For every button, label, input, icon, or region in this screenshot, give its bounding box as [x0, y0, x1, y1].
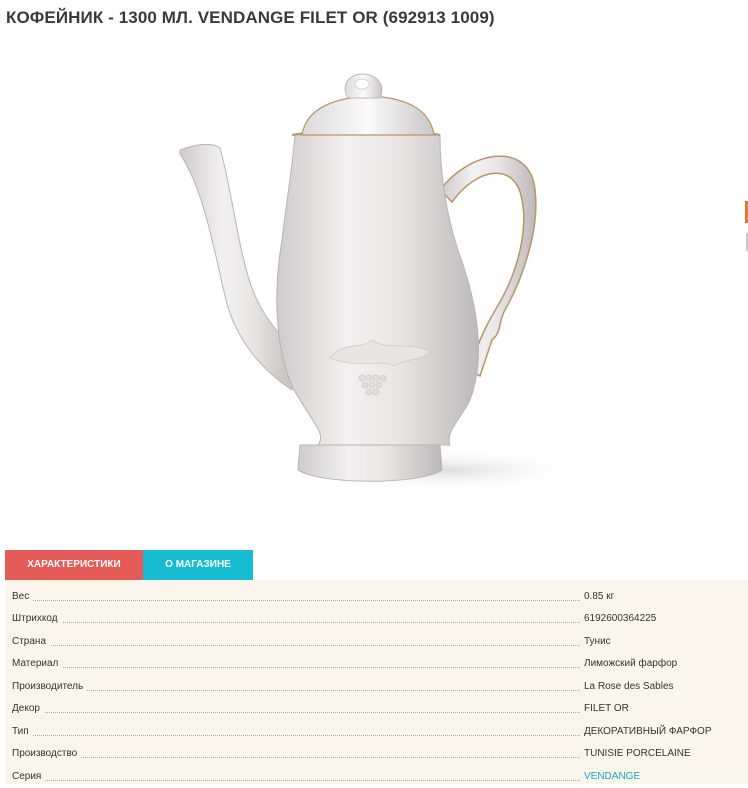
spec-value: FILET OR — [584, 703, 629, 714]
leader-dots — [12, 735, 580, 736]
spec-value: ДЕКОРАТИВНЫЙ ФАРФОР — [584, 726, 712, 737]
leader-dots — [12, 690, 580, 691]
spec-value: TUNISIE PORCELAINE — [584, 748, 691, 759]
spec-value: Лиможский фарфор — [584, 658, 678, 669]
spec-row-manufacturer: Производитель La Rose des Sables — [5, 676, 748, 698]
spec-row-production: Производство TUNISIE PORCELAINE — [5, 743, 748, 765]
spec-row-barcode: Штрихкод 6192600364225 — [5, 608, 748, 630]
leader-dots — [12, 645, 580, 646]
coffee-pot-image — [179, 73, 595, 492]
spec-value: Тунис — [584, 636, 611, 647]
spec-label: Материал — [12, 658, 63, 669]
leader-dots — [12, 757, 580, 758]
page-title: КОФЕЙНИК - 1300 МЛ. VENDANGE FILET OR (6… — [6, 8, 495, 27]
spec-value: 0.85 кг — [584, 591, 615, 602]
specs-table: Вес 0.85 кг Штрихкод 6192600364225 Стран… — [5, 580, 748, 784]
spec-value: La Rose des Sables — [584, 681, 674, 692]
spec-label: Производство — [12, 748, 82, 759]
tab-bar: ХАРАКТЕРИСТИКИ О МАГАЗИНЕ — [5, 550, 253, 580]
leader-dots — [12, 622, 580, 623]
spec-label: Серия — [12, 771, 46, 782]
tab-about-store[interactable]: О МАГАЗИНЕ — [143, 550, 253, 580]
spec-row-type: Тип ДЕКОРАТИВНЫЙ ФАРФОР — [5, 721, 748, 743]
product-image[interactable] — [0, 40, 748, 540]
spec-label: Тип — [12, 726, 33, 737]
lid — [301, 95, 435, 136]
leader-dots — [12, 712, 580, 713]
spec-row-decor: Декор FILET OR — [5, 698, 748, 720]
spec-label: Вес — [12, 591, 34, 602]
leader-dots — [12, 780, 580, 781]
spec-label: Штрихкод — [12, 613, 62, 624]
spec-row-series: Серия VENDANGE — [5, 766, 748, 788]
spec-label: Страна — [12, 636, 51, 647]
leader-dots — [12, 667, 580, 668]
spec-value: 6192600364225 — [584, 613, 657, 624]
leader-dots — [12, 600, 580, 601]
spec-row-country: Страна Тунис — [5, 631, 748, 653]
pot-foot — [297, 444, 443, 482]
spec-label: Производитель — [12, 681, 88, 692]
spec-row-material: Материал Лиможский фарфор — [5, 653, 748, 675]
series-link[interactable]: VENDANGE — [584, 771, 640, 782]
spec-row-weight: Вес 0.85 кг — [5, 586, 748, 608]
tab-characteristics[interactable]: ХАРАКТЕРИСТИКИ — [5, 550, 143, 580]
spec-label: Декор — [12, 703, 44, 714]
